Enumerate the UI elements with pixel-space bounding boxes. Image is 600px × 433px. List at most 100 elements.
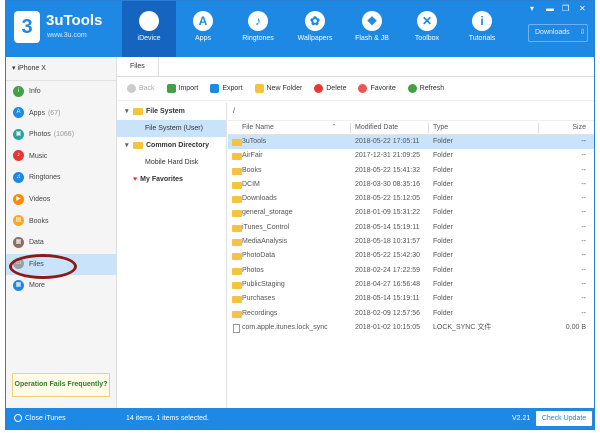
info-icon: i: [472, 11, 492, 31]
data-icon: ▦: [13, 236, 24, 248]
nav-apps[interactable]: A Apps: [176, 1, 230, 57]
dropdown-menu-icon[interactable]: ▾: [530, 4, 534, 13]
operation-fails-link[interactable]: Operation Fails Frequently?: [12, 373, 110, 397]
highlight-annotation-oval: [9, 254, 77, 279]
folder-icon: [232, 253, 242, 261]
file-row[interactable]: MediaAnalysis 2018-05-18 10:31:57 Folder --: [228, 235, 594, 249]
tab-files[interactable]: Files: [117, 57, 159, 77]
file-size: --: [581, 295, 586, 303]
close-icon[interactable]: ✕: [579, 4, 586, 13]
file-row[interactable]: AirFair 2017-12-31 21:09:25 Folder --: [228, 149, 594, 163]
column-header-size[interactable]: Size: [536, 121, 586, 135]
sidebar-item-label: Books: [29, 217, 49, 225]
path-bar: /: [228, 103, 594, 121]
restore-icon[interactable]: ❐: [562, 4, 569, 13]
nav-toolbox[interactable]: ✕ Toolbox: [400, 1, 454, 57]
file-row[interactable]: Purchases 2018-05-14 15:19:11 Folder --: [228, 292, 594, 306]
file-size: --: [581, 223, 586, 231]
file-size: --: [581, 166, 586, 174]
file-row[interactable]: PhotoData 2018-05-22 15:42:30 Folder --: [228, 249, 594, 263]
file-type: Folder: [433, 280, 453, 288]
file-name: MediaAnalysis: [242, 238, 288, 246]
tools-icon: ✕: [417, 11, 437, 31]
file-table-header: File Name ⌃ Modified Date Type Size: [228, 121, 594, 135]
circle-icon: [14, 414, 22, 423]
delete-button[interactable]: Delete: [314, 77, 346, 101]
file-row[interactable]: iTunes_Control 2018-05-14 15:19:11 Folder -…: [228, 221, 594, 235]
file-date: 2018-05-22 15:41:32: [355, 166, 420, 174]
file-date: 2018-01-09 15:31:22: [355, 209, 420, 217]
version-label: V2.21: [512, 415, 531, 422]
sidebar-item-photos[interactable]: ▣ Photos (1066): [6, 124, 116, 146]
nav-label: Toolbox: [414, 35, 440, 42]
file-name: DCIM: [242, 180, 260, 188]
import-button[interactable]: Import: [166, 77, 198, 101]
tree-file-system[interactable]: ▾ File System: [117, 103, 226, 120]
collapse-arrow-icon: ▾: [125, 108, 129, 115]
downloads-button[interactable]: Downloads ⇩: [528, 24, 588, 42]
file-row[interactable]: Photos 2018-02-24 17:22:59 Folder --: [228, 264, 594, 278]
dropbox-icon: ❖: [362, 11, 382, 31]
nav-label: Apps: [195, 35, 211, 42]
nav-wallpapers[interactable]: ✿ Wallpapers: [288, 1, 342, 57]
check-update-button[interactable]: Check Update: [536, 411, 592, 426]
column-header-date[interactable]: Modified Date: [355, 121, 430, 135]
flower-icon: ✿: [305, 11, 325, 31]
sidebar-item-ringtones[interactable]: ♫ Ringtones: [6, 167, 116, 189]
sidebar-item-label: Data: [29, 239, 44, 247]
sidebar-item-apps[interactable]: A Apps (67): [6, 103, 116, 125]
file-size: --: [581, 252, 586, 260]
folder-icon: [232, 267, 242, 275]
back-button[interactable]: Back: [127, 77, 155, 101]
sidebar-item-music[interactable]: ♪ Music: [6, 146, 116, 168]
file-row[interactable]: Books 2018-05-22 15:41:32 Folder --: [228, 164, 594, 178]
file-type: Folder: [433, 309, 453, 317]
folder-icon: [133, 107, 143, 115]
column-header-type[interactable]: Type: [433, 121, 538, 135]
close-itunes-button[interactable]: Close iTunes: [14, 408, 66, 429]
file-date: 2018-05-14 15:19:11: [355, 295, 420, 303]
tree-my-favorites[interactable]: ♥ My Favorites: [117, 171, 226, 188]
file-row[interactable]: Downloads 2018-05-22 15:12:05 Folder --: [228, 192, 594, 206]
refresh-button[interactable]: Refresh: [407, 77, 444, 101]
device-selector[interactable]: ▾ iPhone X: [6, 57, 116, 81]
selection-status: 14 items, 1 items selected.: [126, 415, 209, 422]
file-size: --: [581, 152, 586, 160]
folder-icon: [232, 196, 242, 204]
3utools-logo: 3: [14, 11, 40, 43]
sidebar-item-label: Music: [29, 152, 48, 160]
tree-file-system-user[interactable]: File System (User): [117, 120, 226, 137]
tree-mobile-hard-disk[interactable]: Mobile Hard Disk: [117, 154, 226, 171]
nav-ringtones[interactable]: ♪ Ringtones: [231, 1, 285, 57]
column-header-name[interactable]: File Name: [242, 121, 342, 135]
new-folder-button[interactable]: New Folder: [254, 77, 302, 101]
file-row[interactable]: general_storage 2018-01-09 15:31:22 Folder…: [228, 206, 594, 220]
file-row[interactable]: Recordings 2018-02-09 12:57:56 Folder --: [228, 307, 594, 321]
favorite-button[interactable]: Favorite: [358, 77, 396, 101]
file-row[interactable]: com.apple.itunes.lock_sync 2018-01-02 10:…: [228, 321, 594, 335]
minimize-icon[interactable]: ▬: [546, 4, 554, 13]
nav-tutorials[interactable]: i Tutorials: [455, 1, 509, 57]
sort-up-icon[interactable]: ⌃: [331, 121, 337, 135]
file-date: 2017-12-31 21:09:25: [355, 152, 420, 160]
file-type: Folder: [433, 195, 453, 203]
sidebar-item-data[interactable]: ▦ Data: [6, 232, 116, 254]
export-button[interactable]: Export: [210, 77, 243, 101]
current-path: /: [233, 108, 235, 115]
file-row[interactable]: PublicStaging 2018-04-27 16:56:48 Folder --: [228, 278, 594, 292]
file-row[interactable]: 3uTools 2018-05-22 17:05:11 Folder --: [228, 135, 594, 150]
sidebar-item-more[interactable]: ▦ More: [6, 275, 116, 297]
sidebar-item-videos[interactable]: ▶ Videos: [6, 189, 116, 211]
file-rows: 3uTools 2018-05-22 17:05:11 Folder -- AirFai…: [228, 135, 594, 335]
nav-idevice[interactable]: iDevice: [122, 1, 176, 57]
status-bar: Close iTunes 14 items, 1 items selected.…: [6, 408, 594, 429]
sidebar-item-books[interactable]: ▤ Books: [6, 211, 116, 233]
file-date: 2018-01-02 10:15:05: [355, 323, 420, 331]
sidebar-item-info[interactable]: i Info: [6, 81, 116, 103]
file-date: 2018-05-14 15:19:11: [355, 223, 420, 231]
bell-icon: ♪: [248, 11, 268, 31]
file-row[interactable]: DCIM 2018-03-30 08:35:16 Folder --: [228, 178, 594, 192]
nav-flash-jb[interactable]: ❖ Flash & JB: [345, 1, 399, 57]
folder-icon: [133, 141, 143, 149]
tree-common-directory[interactable]: ▾ Common Directory: [117, 137, 226, 154]
